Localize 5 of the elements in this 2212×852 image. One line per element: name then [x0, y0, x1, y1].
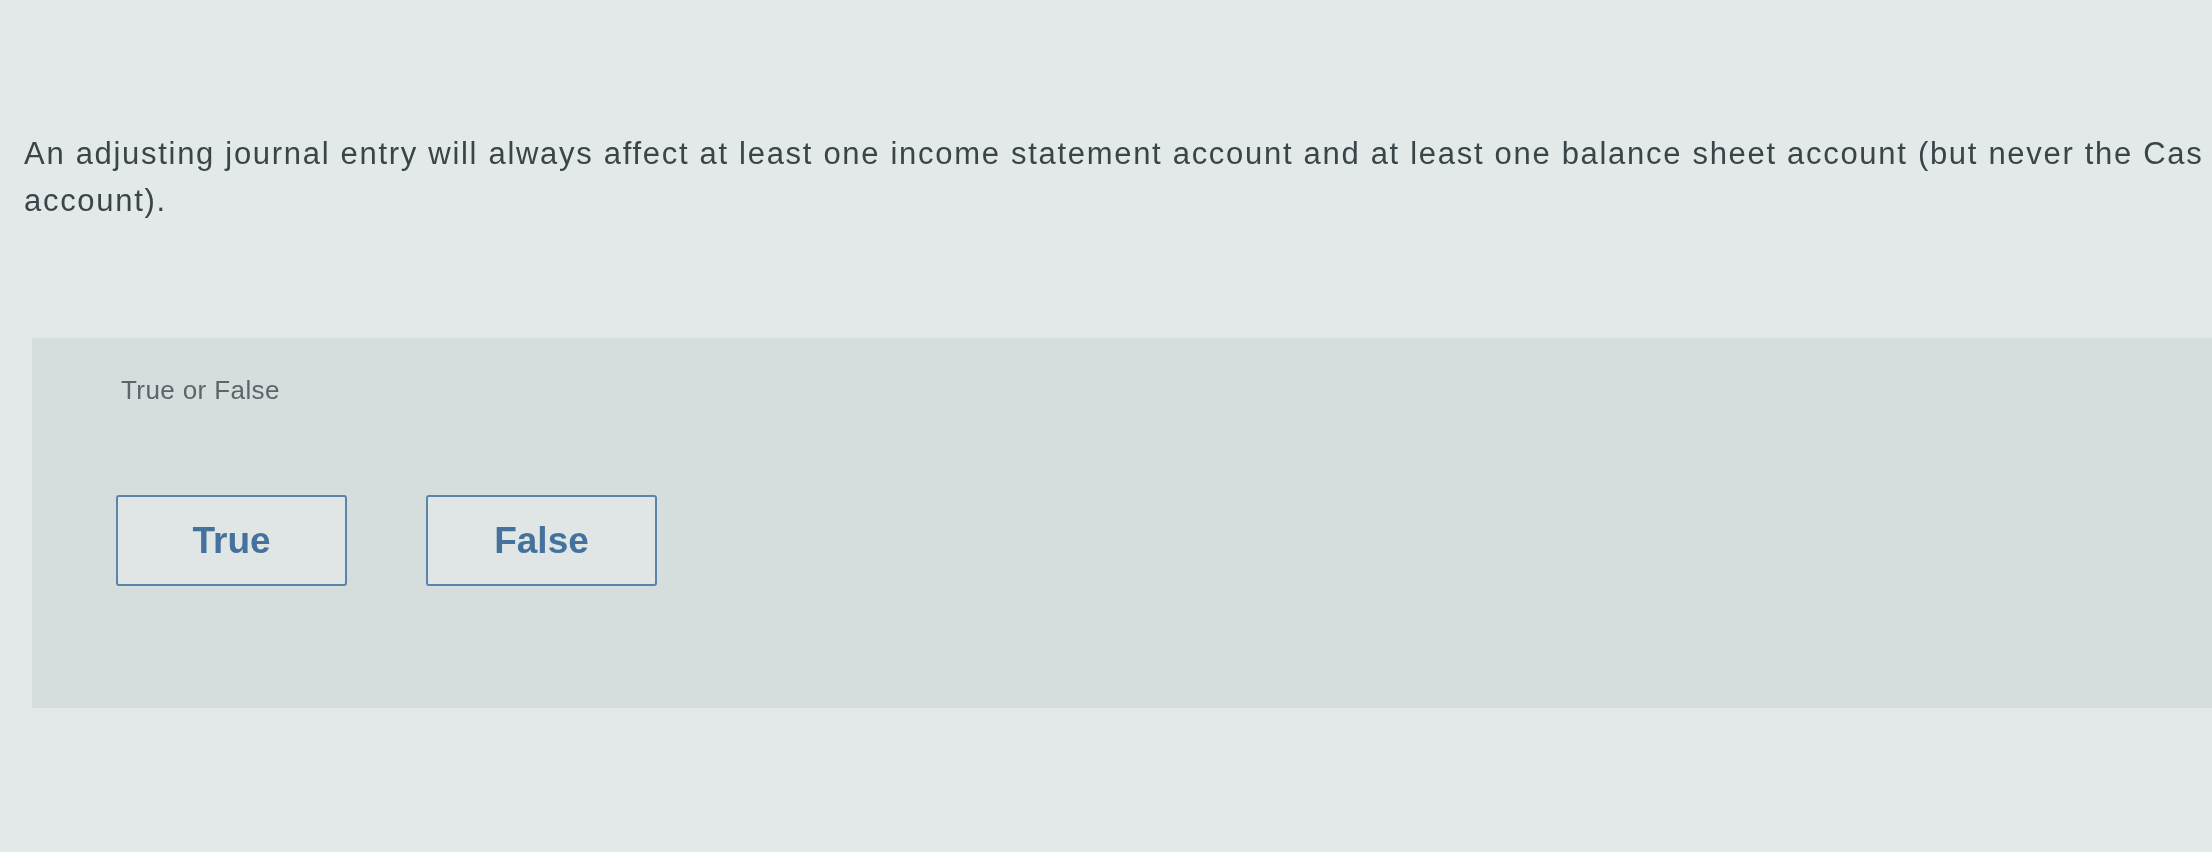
question-text: account). — [24, 182, 168, 220]
answer-option-button[interactable]: False — [426, 495, 657, 586]
answer-option-button[interactable]: True — [116, 495, 347, 586]
answer-prompt: True or False — [121, 374, 280, 407]
question-text: An adjusting journal entry will always affect at least one income statement account and at least one balance sheet account (but never the Cas — [24, 135, 2205, 173]
